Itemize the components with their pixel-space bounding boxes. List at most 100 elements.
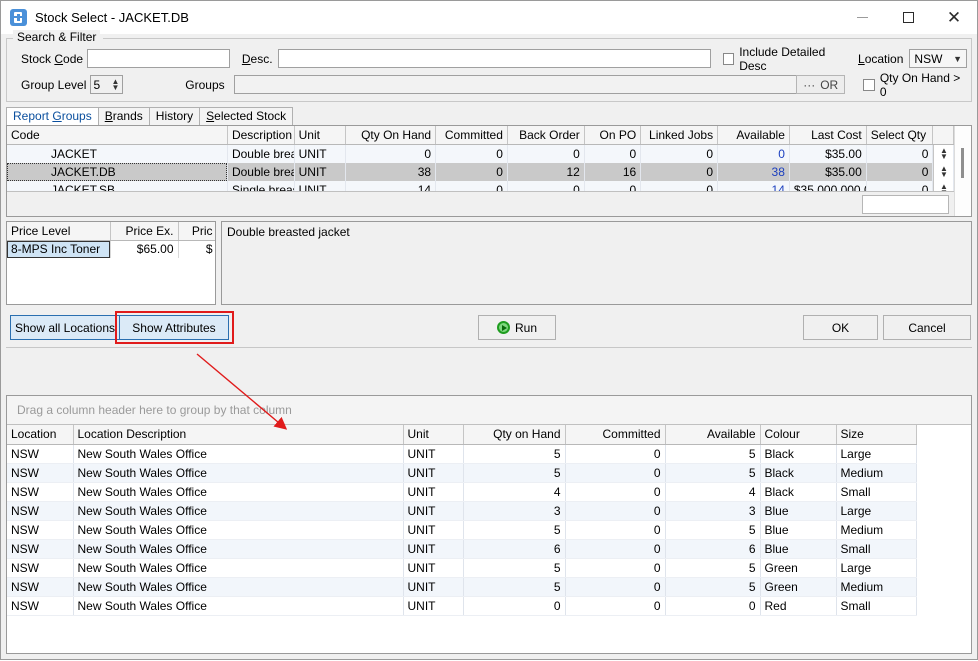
cell-size: Small bbox=[836, 482, 916, 501]
table-row[interactable]: 8-MPS Inc Toner $65.00 $ bbox=[7, 241, 216, 258]
cell-select-qty[interactable]: 0 bbox=[866, 163, 933, 181]
include-detailed-desc-checkbox[interactable] bbox=[723, 53, 734, 65]
tab-brands[interactable]: Brands bbox=[98, 107, 150, 125]
groups-input[interactable] bbox=[234, 75, 797, 94]
cell-colour: Blue bbox=[760, 539, 836, 558]
groups-or-button[interactable]: ··· OR bbox=[796, 75, 845, 94]
cell-colour: Black bbox=[760, 463, 836, 482]
select-qty-stepper[interactable]: ▲▼ bbox=[933, 163, 953, 181]
location-label: Location bbox=[858, 52, 903, 66]
col-price-inc[interactable]: Pric bbox=[178, 222, 216, 241]
stock-grid-header-row: Code Description Unit Qty On Hand Commit… bbox=[7, 126, 954, 145]
table-row[interactable]: NSW New South Wales Office UNIT 0 0 0 Re… bbox=[7, 596, 916, 615]
stock-grid-scrollbar[interactable] bbox=[954, 126, 971, 216]
ellipsis-icon: ··· bbox=[803, 78, 815, 92]
cell-committed: 0 bbox=[565, 463, 665, 482]
desc-input[interactable] bbox=[278, 49, 711, 68]
cell-location: NSW bbox=[7, 539, 73, 558]
col-back-order[interactable]: Back Order bbox=[507, 126, 584, 145]
table-row[interactable]: NSW New South Wales Office UNIT 5 0 5 Bl… bbox=[7, 444, 916, 463]
table-row[interactable]: NSW New South Wales Office UNIT 5 0 5 Bl… bbox=[7, 463, 916, 482]
chevron-down-icon: ▼ bbox=[953, 54, 962, 64]
price-level-panel[interactable]: Price Level Price Ex. Pric 8-MPS Inc Ton… bbox=[6, 221, 216, 305]
maximize-button[interactable] bbox=[885, 1, 931, 33]
cell-available: 5 bbox=[665, 444, 760, 463]
col-unit[interactable]: Unit bbox=[403, 425, 463, 444]
tab-selected-stock[interactable]: Selected Stock bbox=[199, 107, 293, 125]
col-location-description[interactable]: Location Description bbox=[73, 425, 403, 444]
cell-colour: Red bbox=[760, 596, 836, 615]
attributes-header-row: Location Location Description Unit Qty o… bbox=[7, 425, 916, 444]
description-panel: Double breasted jacket bbox=[221, 221, 972, 305]
cell-committed: 0 bbox=[436, 163, 508, 181]
col-size[interactable]: Size bbox=[836, 425, 916, 444]
col-description[interactable]: Description bbox=[227, 126, 294, 145]
table-row[interactable]: NSW New South Wales Office UNIT 3 0 3 Bl… bbox=[7, 501, 916, 520]
col-committed[interactable]: Committed bbox=[436, 126, 508, 145]
cell-on-po: 0 bbox=[584, 145, 640, 164]
table-row[interactable]: NSW New South Wales Office UNIT 5 0 5 Gr… bbox=[7, 577, 916, 596]
table-row[interactable]: JACKET Double breas UNIT 0 0 0 0 0 0 $35… bbox=[7, 145, 954, 164]
col-on-po[interactable]: On PO bbox=[584, 126, 640, 145]
col-linked-jobs[interactable]: Linked Jobs bbox=[641, 126, 718, 145]
close-button[interactable]: ✕ bbox=[931, 1, 977, 33]
cell-location-description: New South Wales Office bbox=[73, 463, 403, 482]
stock-grid-footer bbox=[7, 191, 954, 216]
table-row[interactable]: NSW New South Wales Office UNIT 6 0 6 Bl… bbox=[7, 539, 916, 558]
table-row[interactable]: JACKET.DB Double breas UNIT 38 0 12 16 0… bbox=[7, 163, 954, 181]
cell-location-description: New South Wales Office bbox=[73, 596, 403, 615]
tab-history[interactable]: History bbox=[149, 107, 200, 125]
cell-price-inc: $ bbox=[178, 241, 216, 258]
tab-report-groups[interactable]: Report Groups bbox=[6, 107, 99, 125]
col-colour[interactable]: Colour bbox=[760, 425, 836, 444]
cell-qty-on-hand: 4 bbox=[463, 482, 565, 501]
run-button[interactable]: Run bbox=[478, 315, 556, 340]
cancel-button[interactable]: Cancel bbox=[883, 315, 971, 340]
attributes-panel: Drag a column header here to group by th… bbox=[6, 395, 972, 654]
run-play-icon bbox=[497, 321, 510, 334]
group-level-input[interactable] bbox=[91, 76, 111, 93]
col-qty-on-hand[interactable]: Qty on Hand bbox=[463, 425, 565, 444]
minimize-button[interactable] bbox=[839, 1, 885, 33]
minimize-icon bbox=[857, 17, 868, 18]
col-price-ex[interactable]: Price Ex. bbox=[110, 222, 178, 241]
cell-qty-on-hand: 5 bbox=[463, 444, 565, 463]
col-unit[interactable]: Unit bbox=[294, 126, 345, 145]
table-row[interactable]: NSW New South Wales Office UNIT 4 0 4 Bl… bbox=[7, 482, 916, 501]
cell-on-po: 16 bbox=[584, 163, 640, 181]
select-qty-stepper[interactable]: ▲▼ bbox=[933, 145, 953, 163]
group-level-stepper[interactable]: ▲▼ bbox=[90, 75, 123, 94]
col-qty-on-hand[interactable]: Qty On Hand bbox=[345, 126, 435, 145]
group-by-drop-area[interactable]: Drag a column header here to group by th… bbox=[7, 396, 971, 425]
cell-available: 3 bbox=[665, 501, 760, 520]
col-available[interactable]: Available bbox=[718, 126, 790, 145]
filter-row-1: Stock Code Desc. Include Detailed Desc L… bbox=[11, 47, 967, 70]
group-by-hint: Drag a column header here to group by th… bbox=[17, 403, 292, 417]
location-select[interactable]: NSW ▼ bbox=[909, 49, 967, 68]
ok-button[interactable]: OK bbox=[803, 315, 878, 340]
col-code[interactable]: Code bbox=[7, 126, 227, 145]
col-select-qty[interactable]: Select Qty bbox=[866, 126, 933, 145]
table-row[interactable]: NSW New South Wales Office UNIT 5 0 5 Gr… bbox=[7, 558, 916, 577]
cell-colour: Green bbox=[760, 577, 836, 596]
cell-select-qty[interactable]: 0 bbox=[866, 145, 933, 164]
title-bar: Stock Select - JACKET.DB ✕ bbox=[1, 1, 977, 34]
qty-on-hand-checkbox[interactable] bbox=[863, 79, 875, 91]
col-available[interactable]: Available bbox=[665, 425, 760, 444]
stock-code-label: Stock Code bbox=[21, 52, 87, 66]
col-committed[interactable]: Committed bbox=[565, 425, 665, 444]
cell-available: 0 bbox=[718, 145, 790, 164]
stock-code-input[interactable] bbox=[87, 49, 230, 68]
stepper-arrows-icon[interactable]: ▲▼ bbox=[111, 79, 119, 91]
cell-description: Double breas bbox=[227, 163, 294, 181]
show-attributes-button[interactable]: Show Attributes bbox=[119, 315, 229, 340]
stock-grid[interactable]: Code Description Unit Qty On Hand Commit… bbox=[7, 126, 954, 216]
col-location[interactable]: Location bbox=[7, 425, 73, 444]
cell-committed: 0 bbox=[565, 444, 665, 463]
col-price-level[interactable]: Price Level bbox=[7, 222, 110, 241]
show-all-locations-button[interactable]: Show all Locations bbox=[10, 315, 120, 340]
table-row[interactable]: NSW New South Wales Office UNIT 5 0 5 Bl… bbox=[7, 520, 916, 539]
cell-colour: Black bbox=[760, 482, 836, 501]
scrollbar-thumb[interactable] bbox=[961, 148, 964, 178]
col-last-cost[interactable]: Last Cost bbox=[789, 126, 866, 145]
